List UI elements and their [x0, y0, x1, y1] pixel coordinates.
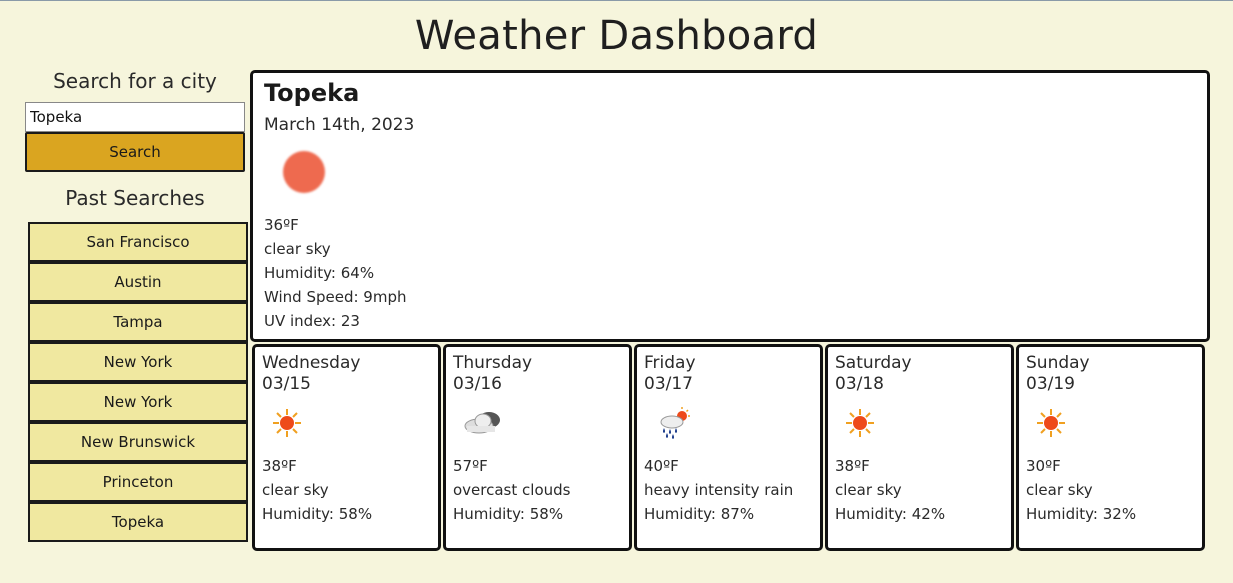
forecast-date: 03/15 [262, 374, 311, 394]
current-humidity: Humidity: 64% [264, 264, 375, 282]
current-description: clear sky [264, 240, 331, 258]
forecast-temp: 38ºF [262, 457, 297, 475]
past-search-item[interactable]: New York [28, 342, 248, 382]
forecast-card: Saturday 03/18 38ºF clear sky Humidity: … [825, 344, 1014, 551]
forecast-card: Sunday 03/19 30ºF clear sky Humidity: 32… [1016, 344, 1205, 551]
forecast-temp: 40ºF [644, 457, 679, 475]
sun-icon [1037, 409, 1065, 437]
forecast-date: 03/18 [835, 374, 884, 394]
forecast-description: overcast clouds [453, 481, 571, 499]
forecast-description: clear sky [262, 481, 329, 499]
forecast-day: Friday [644, 353, 696, 373]
past-searches-label: Past Searches [65, 186, 205, 210]
forecast-description: clear sky [835, 481, 902, 499]
current-uv: UV index: 23 [264, 312, 360, 330]
past-searches-list: San Francisco Austin Tampa New York New … [28, 222, 248, 542]
forecast-description: heavy intensity rain [644, 481, 794, 499]
forecast-humidity: Humidity: 58% [453, 505, 564, 523]
rain-icon [660, 407, 690, 439]
forecast-temp: 38ºF [835, 457, 870, 475]
forecast-temp: 30ºF [1026, 457, 1061, 475]
forecast-day: Wednesday [262, 353, 361, 373]
past-search-item[interactable]: Princeton [28, 462, 248, 502]
forecast-card: Thursday 03/16 57ºF overcast clouds Humi… [443, 344, 632, 551]
current-weather-card: Topeka March 14th, 2023 36ºF clear sky H… [250, 70, 1210, 342]
past-search-item[interactable]: Austin [28, 262, 248, 302]
page-title: Weather Dashboard [414, 13, 819, 59]
forecast-description: clear sky [1026, 481, 1093, 499]
forecast-card: Wednesday 03/15 38ºF clear sky Humidity:… [252, 344, 441, 551]
sun-icon [273, 409, 301, 437]
forecast-date: 03/17 [644, 374, 693, 394]
sun-icon [283, 151, 325, 193]
current-temp: 36ºF [264, 216, 299, 234]
forecast-humidity: Humidity: 32% [1026, 505, 1137, 523]
forecast-humidity: Humidity: 58% [262, 505, 373, 523]
past-search-item[interactable]: Tampa [28, 302, 248, 342]
past-search-item[interactable]: New York [28, 382, 248, 422]
search-input[interactable] [25, 102, 245, 132]
search-button[interactable]: Search [25, 132, 245, 172]
forecast-card: Friday 03/17 40ºF heavy intensity rain H… [634, 344, 823, 551]
current-date: March 14th, 2023 [264, 115, 415, 135]
search-label: Search for a city [53, 69, 217, 93]
past-search-item[interactable]: San Francisco [28, 222, 248, 262]
forecast-humidity: Humidity: 87% [644, 505, 755, 523]
forecast-humidity: Humidity: 42% [835, 505, 946, 523]
past-search-item[interactable]: Topeka [28, 502, 248, 542]
forecast-temp: 57ºF [453, 457, 488, 475]
forecast-row: Wednesday 03/15 38ºF clear sky Humidity:… [252, 344, 1205, 551]
cloud-icon [464, 412, 500, 434]
sun-icon [846, 409, 874, 437]
current-city: Topeka [264, 79, 360, 107]
forecast-day: Sunday [1026, 353, 1090, 373]
past-search-item[interactable]: New Brunswick [28, 422, 248, 462]
current-wind: Wind Speed: 9mph [264, 288, 407, 306]
forecast-day: Saturday [835, 353, 912, 373]
forecast-date: 03/16 [453, 374, 502, 394]
forecast-day: Thursday [453, 353, 533, 373]
forecast-date: 03/19 [1026, 374, 1075, 394]
